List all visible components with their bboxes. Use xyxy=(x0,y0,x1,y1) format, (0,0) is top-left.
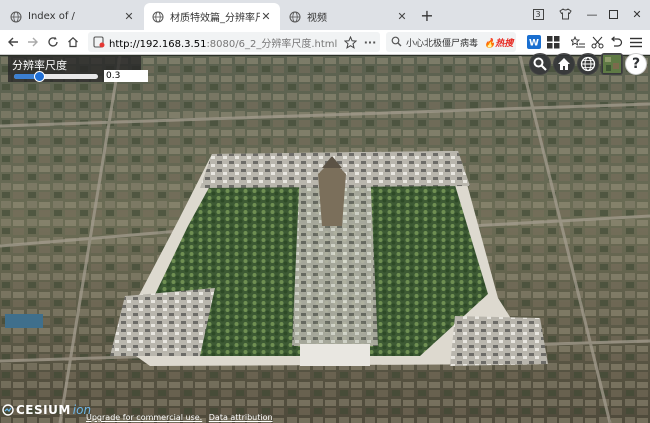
tab-title: 材质特效篇_分辨率尺度 xyxy=(170,13,260,24)
base-layer-picker-button[interactable] xyxy=(601,53,623,75)
shirt-icon[interactable] xyxy=(555,4,575,24)
reload-icon[interactable] xyxy=(45,34,61,50)
resolution-scale-panel: 分辨率尺度 0.3 xyxy=(8,56,148,82)
back-arrow-icon[interactable] xyxy=(5,34,21,50)
favorites-list-icon[interactable] xyxy=(570,34,586,50)
data-attribution-link[interactable]: Data attribution xyxy=(209,413,273,422)
hot-search-text: 热搜 xyxy=(495,39,514,49)
cesium-viewer[interactable] xyxy=(0,56,650,423)
tab-title: Index of / xyxy=(28,11,75,22)
cesium-ion-logo[interactable]: CESIUM ion xyxy=(2,403,91,417)
resolution-scale-slider[interactable] xyxy=(14,71,98,82)
close-icon[interactable]: ✕ xyxy=(396,10,408,23)
more-icon[interactable]: ··· xyxy=(362,34,378,50)
help-button[interactable]: ? xyxy=(625,53,647,75)
apps-grid-icon[interactable] xyxy=(545,34,561,50)
geocoder-search-button[interactable] xyxy=(529,53,551,75)
scissors-icon[interactable] xyxy=(589,34,605,50)
scene-mode-button[interactable] xyxy=(577,53,599,75)
tab-resolution-scale[interactable]: 材质特效篇_分辨率尺度 ✕ xyxy=(144,3,280,30)
forward-arrow-icon[interactable] xyxy=(25,34,41,50)
maximize-button[interactable] xyxy=(603,4,623,24)
slider-handle[interactable] xyxy=(34,71,46,82)
insecure-page-icon[interactable] xyxy=(93,36,105,48)
undo-icon[interactable] xyxy=(608,34,624,50)
search-icon xyxy=(533,57,547,71)
star-icon[interactable] xyxy=(342,34,358,50)
search-icon xyxy=(391,36,402,47)
navigation-bar: http://192.168.3.51:8080/6_2_分辨率尺度.html … xyxy=(0,30,650,55)
credit-links: Upgrade for commercial use. Data attribu… xyxy=(86,413,277,422)
globe-icon xyxy=(289,11,301,22)
flame-icon: 🔥 xyxy=(484,39,496,49)
address-bar[interactable]: http://192.168.3.51:8080/6_2_分辨率尺度.html xyxy=(88,32,380,52)
minimize-button[interactable]: — xyxy=(582,4,602,24)
home-icon xyxy=(558,58,570,70)
globe-icon xyxy=(152,11,164,22)
imagery-layer-icon xyxy=(603,55,621,73)
tab-strip: Index of / ✕ 材质特效篇_分辨率尺度 ✕ 视频 ✕ + 3 — ✕ xyxy=(0,0,650,30)
window-count-button[interactable]: 3 xyxy=(528,4,548,24)
close-icon[interactable]: ✕ xyxy=(123,10,135,23)
extension-icon[interactable]: W xyxy=(526,34,542,50)
search-suggestion: 小心北极僵尸病毒 xyxy=(406,39,479,49)
url-host: http://192.168.3.51 xyxy=(109,39,207,50)
globe-icon xyxy=(10,11,22,22)
home-icon[interactable] xyxy=(65,34,81,50)
help-icon: ? xyxy=(631,56,641,72)
pond xyxy=(5,314,43,328)
cesium-brand: CESIUM xyxy=(16,403,71,417)
globe-icon xyxy=(580,56,596,72)
tab-index[interactable]: Index of / ✕ xyxy=(2,3,143,30)
cesium-logo-icon xyxy=(2,404,14,416)
hot-search-label[interactable]: 🔥热搜 xyxy=(484,36,513,49)
close-icon[interactable]: ✕ xyxy=(260,10,272,23)
satellite-3d-scene[interactable] xyxy=(0,56,650,423)
menu-icon[interactable] xyxy=(628,34,644,50)
resolution-scale-input[interactable]: 0.3 xyxy=(104,70,148,82)
svg-text:W: W xyxy=(529,39,539,49)
upgrade-link[interactable]: Upgrade for commercial use. xyxy=(86,413,202,422)
tab-title: 视频 xyxy=(307,13,327,24)
new-tab-button[interactable]: + xyxy=(418,7,436,25)
window-close-button[interactable]: ✕ xyxy=(627,4,647,24)
search-box[interactable]: 小心北极僵尸病毒 🔥热搜 xyxy=(386,32,516,52)
url-text: http://192.168.3.51:8080/6_2_分辨率尺度.html xyxy=(109,35,337,50)
tab-video[interactable]: 视频 ✕ xyxy=(281,3,416,30)
window-count-badge: 3 xyxy=(532,8,544,20)
home-view-button[interactable] xyxy=(553,53,575,75)
url-path: :8080/6_2_分辨率尺度.html xyxy=(206,39,338,50)
